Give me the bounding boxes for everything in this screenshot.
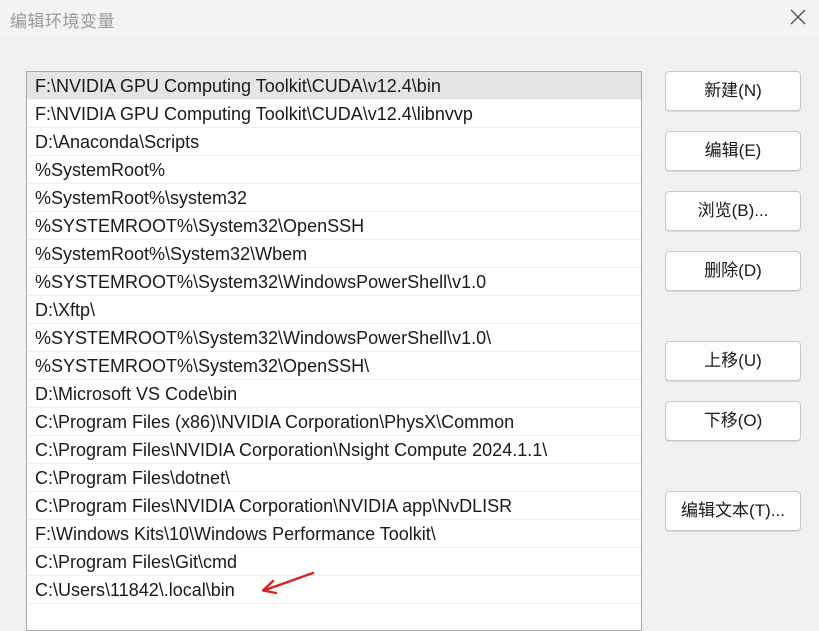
edit-button[interactable]: 编辑(E)	[665, 131, 801, 171]
path-list-item[interactable]: %SystemRoot%	[27, 156, 641, 184]
path-list-item[interactable]: D:\Anaconda\Scripts	[27, 128, 641, 156]
path-list-item[interactable]: %SYSTEMROOT%\System32\OpenSSH	[27, 212, 641, 240]
path-list-item[interactable]: C:\Program Files (x86)\NVIDIA Corporatio…	[27, 408, 641, 436]
delete-button[interactable]: 删除(D)	[665, 251, 801, 291]
close-icon	[790, 9, 806, 25]
path-list-item[interactable]: F:\Windows Kits\10\Windows Performance T…	[27, 520, 641, 548]
path-list-item[interactable]: C:\Users\11842\.local\bin	[27, 576, 641, 604]
path-list-item[interactable]: C:\Program Files\dotnet\	[27, 464, 641, 492]
move-up-button[interactable]: 上移(U)	[665, 341, 801, 381]
path-list-item[interactable]: %SystemRoot%\System32\Wbem	[27, 240, 641, 268]
new-button[interactable]: 新建(N)	[665, 71, 801, 111]
path-list-item[interactable]: C:\Program Files\NVIDIA Corporation\Nsig…	[27, 436, 641, 464]
path-list-item[interactable]: C:\Program Files\Git\cmd	[27, 548, 641, 576]
path-list[interactable]: F:\NVIDIA GPU Computing Toolkit\CUDA\v12…	[26, 71, 642, 631]
title-bar: 编辑环境变量	[0, 0, 819, 38]
edit-text-button[interactable]: 编辑文本(T)...	[665, 491, 801, 531]
window-title: 编辑环境变量	[10, 12, 115, 31]
path-list-item[interactable]: %SYSTEMROOT%\System32\WindowsPowerShell\…	[27, 324, 641, 352]
browse-button[interactable]: 浏览(B)...	[665, 191, 801, 231]
move-down-button[interactable]: 下移(O)	[665, 401, 801, 441]
path-list-item[interactable]: %SYSTEMROOT%\System32\OpenSSH\	[27, 352, 641, 380]
path-list-item[interactable]: D:\Microsoft VS Code\bin	[27, 380, 641, 408]
path-list-item[interactable]: C:\Program Files\NVIDIA Corporation\NVID…	[27, 492, 641, 520]
path-list-item[interactable]: %SystemRoot%\system32	[27, 184, 641, 212]
path-list-item[interactable]: %SYSTEMROOT%\System32\WindowsPowerShell\…	[27, 268, 641, 296]
path-list-item[interactable]: F:\NVIDIA GPU Computing Toolkit\CUDA\v12…	[27, 72, 641, 100]
close-button[interactable]	[787, 6, 809, 28]
path-list-item[interactable]: D:\Xftp\	[27, 296, 641, 324]
path-list-item[interactable]: F:\NVIDIA GPU Computing Toolkit\CUDA\v12…	[27, 100, 641, 128]
